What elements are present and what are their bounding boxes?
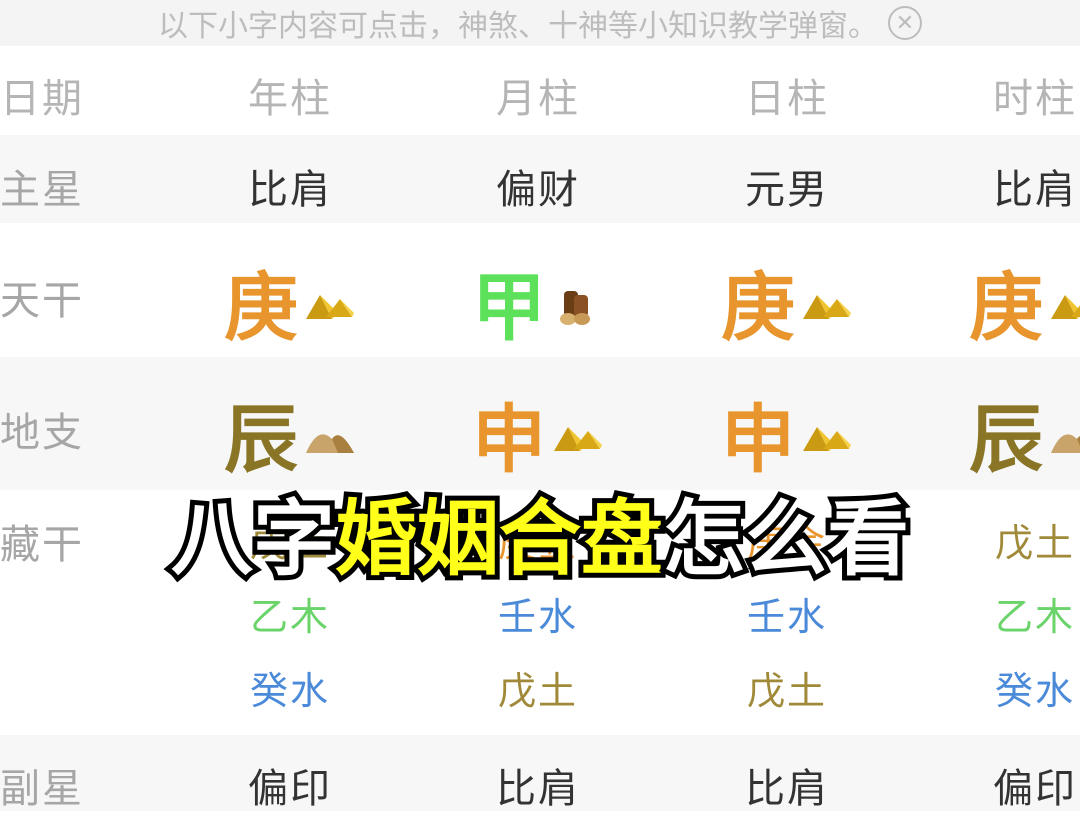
wood-logs-icon xyxy=(552,259,604,345)
gold-pyramid-icon xyxy=(1049,259,1080,345)
column-header: 时柱 xyxy=(993,76,1077,122)
mountain-icon xyxy=(1049,391,1080,477)
heavenly-stem[interactable]: 庚 xyxy=(911,248,1080,355)
notice-text: 以下小字内容可点击，神煞、十神等小知识教学弹窗。 xyxy=(158,9,878,44)
main-star[interactable]: 比肩 xyxy=(911,157,1080,215)
hidden-stem[interactable]: 壬水 xyxy=(663,586,911,641)
sub-star[interactable]: 比肩 xyxy=(414,756,662,814)
gold-pyramid-icon xyxy=(304,259,356,345)
sub-star[interactable]: 偏印 xyxy=(911,756,1080,814)
label-branch: 地支 xyxy=(0,410,84,456)
title-part2: 婚姻合盘 xyxy=(330,487,668,592)
close-circle-icon[interactable]: ✕ xyxy=(888,6,922,40)
hidden-stem[interactable]: 癸水 xyxy=(166,660,414,715)
gold-pyramid-icon xyxy=(801,391,853,477)
column-header: 年柱 xyxy=(248,76,332,122)
hidden-stem[interactable]: 戊土 xyxy=(663,660,911,715)
title-overlay: 八字婚姻合盘怎么看 xyxy=(0,487,1080,592)
sub-star[interactable]: 偏印 xyxy=(166,756,414,814)
earthly-branch[interactable]: 申 xyxy=(663,380,911,487)
branch-char: 申 xyxy=(472,397,548,483)
notice-bar: 以下小字内容可点击，神煞、十神等小知识教学弹窗。 ✕ xyxy=(0,0,1080,46)
stem-char: 庚 xyxy=(224,265,300,351)
mountain-icon xyxy=(304,391,356,477)
earthly-branch[interactable]: 辰 xyxy=(166,380,414,487)
hidden-stem[interactable]: 壬水 xyxy=(414,586,662,641)
label-stem: 天干 xyxy=(0,278,84,324)
heavenly-stem[interactable]: 庚 xyxy=(663,248,911,355)
earthly-branch[interactable]: 辰 xyxy=(911,380,1080,487)
branch-char: 辰 xyxy=(224,397,300,483)
sub-star[interactable]: 比肩 xyxy=(663,756,911,814)
label-main-star: 主星 xyxy=(0,167,84,213)
title-part3: 怎么看 xyxy=(658,487,914,592)
main-star[interactable]: 比肩 xyxy=(166,157,414,215)
gold-pyramid-icon xyxy=(801,259,853,345)
hidden-stem[interactable]: 乙木 xyxy=(166,586,414,641)
hidden-stem[interactable]: 戊土 xyxy=(414,660,662,715)
column-header: 月柱 xyxy=(496,76,580,122)
earthly-branch[interactable]: 申 xyxy=(414,380,662,487)
column-header: 日柱 xyxy=(745,76,829,122)
stem-char: 庚 xyxy=(721,265,797,351)
label-date: 日期 xyxy=(0,76,84,122)
stem-char: 庚 xyxy=(969,265,1045,351)
title-part1: 八字 xyxy=(166,487,340,592)
branch-char: 申 xyxy=(721,397,797,483)
heavenly-stem[interactable]: 甲 xyxy=(414,248,662,355)
hidden-stem[interactable]: 癸水 xyxy=(911,660,1080,715)
stem-char: 甲 xyxy=(472,265,548,351)
label-sub-star: 副星 xyxy=(0,766,84,812)
main-star[interactable]: 元男 xyxy=(663,157,911,215)
hidden-stem[interactable]: 乙木 xyxy=(911,586,1080,641)
branch-char: 辰 xyxy=(969,397,1045,483)
gold-pyramid-icon xyxy=(552,391,604,477)
heavenly-stem[interactable]: 庚 xyxy=(166,248,414,355)
main-star[interactable]: 偏财 xyxy=(414,157,662,215)
